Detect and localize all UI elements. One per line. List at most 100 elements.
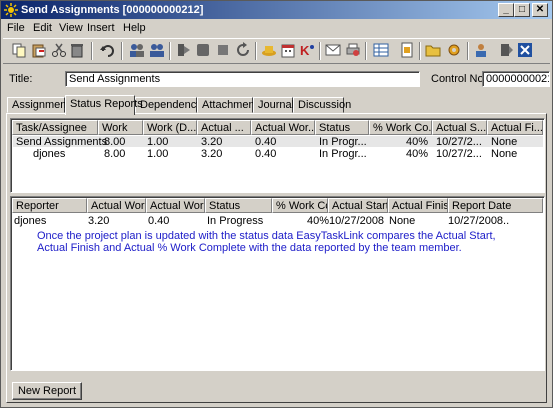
toolbar-separator bbox=[91, 42, 93, 60]
title-field[interactable]: Send Assignments bbox=[65, 71, 420, 87]
cell-status: In Progr... bbox=[319, 136, 367, 148]
tab-attachment[interactable]: Attachment bbox=[197, 97, 258, 113]
cell-pct-complete: 40% bbox=[406, 136, 429, 148]
col-header-report-date[interactable]: Report Date bbox=[448, 198, 543, 213]
tab-dependency[interactable]: Dependency bbox=[135, 97, 202, 113]
cell-status: In Progress bbox=[207, 215, 264, 227]
menu-help[interactable]: Help bbox=[123, 22, 146, 34]
col-header-actual-finish[interactable]: Actual Fi... bbox=[487, 120, 543, 135]
cell-actual-work: 0.40 bbox=[255, 148, 277, 160]
stop-icon[interactable] bbox=[215, 42, 231, 58]
hat-icon[interactable] bbox=[261, 42, 277, 58]
toolbar-separator bbox=[365, 42, 367, 60]
users-icon[interactable] bbox=[129, 42, 145, 58]
toolbar-separator bbox=[319, 42, 321, 60]
col-header-actual[interactable]: Actual ... bbox=[197, 120, 251, 135]
settings-icon[interactable] bbox=[446, 42, 462, 58]
cell-pct-complete: 40% bbox=[406, 148, 429, 160]
minimize-button[interactable]: _ bbox=[498, 3, 514, 17]
menu-bar: File Edit View Insert Help bbox=[1, 20, 552, 36]
col-header-actual-start[interactable]: Actual S... bbox=[432, 120, 487, 135]
maximize-button[interactable]: □ bbox=[514, 3, 530, 17]
cell-actual-finish: None bbox=[491, 148, 518, 160]
title-bar[interactable]: Send Assignments [000000000212] _ □ ✕ bbox=[1, 1, 552, 19]
copy-icon[interactable] bbox=[11, 42, 27, 58]
control-no-label: Control No.: bbox=[431, 73, 490, 85]
cell-actual-start: 10/27/2... bbox=[436, 136, 482, 148]
assignment-status-list[interactable]: Task/Assignee Work Work (D... Actual ...… bbox=[10, 118, 545, 193]
grid-icon[interactable] bbox=[373, 42, 389, 58]
col-header-status[interactable]: Status bbox=[315, 120, 369, 135]
calendar-icon[interactable] bbox=[280, 42, 296, 58]
col-header-actual-finish[interactable]: Actual Finish bbox=[388, 198, 448, 213]
delete-icon[interactable] bbox=[69, 42, 85, 58]
mail-icon[interactable] bbox=[325, 42, 341, 58]
menu-file[interactable]: File bbox=[7, 22, 25, 34]
toolbar-separator bbox=[467, 42, 469, 60]
cell-task: djones bbox=[33, 148, 66, 160]
col-header-work[interactable]: Work bbox=[98, 120, 143, 135]
tab-journal[interactable]: Journal bbox=[253, 97, 294, 113]
window-title: Send Assignments [000000000212] bbox=[21, 4, 204, 16]
title-label: Title: bbox=[9, 73, 33, 85]
cell-work: 8.00 bbox=[104, 136, 126, 148]
cell-actual-start: 10/27/2... bbox=[436, 148, 482, 160]
task-icon[interactable] bbox=[195, 42, 211, 58]
close-button[interactable]: ✕ bbox=[532, 3, 548, 17]
new-report-button[interactable]: New Report bbox=[12, 382, 82, 400]
cell-work-days: 1.00 bbox=[147, 148, 169, 160]
print-icon[interactable] bbox=[345, 42, 361, 58]
svg-text:K: K bbox=[300, 43, 310, 58]
col-header-actual-work[interactable]: Actual Wor... bbox=[251, 120, 315, 135]
tab-discussion[interactable]: Discussion bbox=[293, 97, 351, 113]
menu-edit[interactable]: Edit bbox=[33, 22, 52, 34]
attach-icon[interactable] bbox=[498, 42, 514, 58]
col-header-actual-work[interactable]: Actual Work bbox=[87, 198, 146, 213]
control-no-field[interactable]: 000000000212 bbox=[482, 71, 550, 87]
cell-actual-finish: None bbox=[491, 136, 518, 148]
cell-pct-complete: 40% bbox=[307, 215, 330, 227]
menu-insert[interactable]: Insert bbox=[87, 22, 115, 34]
col-header-actual-work-days[interactable]: Actual Wor... bbox=[146, 198, 205, 213]
toolbar: K bbox=[3, 38, 550, 64]
col-header-actual-start[interactable]: Actual Start bbox=[328, 198, 388, 213]
toolbar-separator bbox=[419, 42, 421, 60]
person-icon[interactable] bbox=[473, 42, 489, 58]
assign-icon[interactable] bbox=[175, 42, 191, 58]
col-header-reporter[interactable]: Reporter bbox=[12, 198, 87, 213]
col-header-pct-work-complete[interactable]: % Work Co... bbox=[369, 120, 432, 135]
cell-actual-work: 0.40 bbox=[255, 136, 277, 148]
cell-actual-work: 3.20 bbox=[88, 215, 110, 227]
undo-icon[interactable] bbox=[99, 42, 115, 58]
cell-actual: 3.20 bbox=[201, 148, 223, 160]
toolbar-separator bbox=[255, 42, 257, 60]
col-header-pct-work-complete[interactable]: % Work Co... bbox=[272, 198, 328, 213]
col-header-work-days[interactable]: Work (D... bbox=[143, 120, 197, 135]
tab-status-reports[interactable]: Status Reports bbox=[65, 95, 143, 115]
report-icon[interactable]: K bbox=[299, 42, 315, 58]
cut-icon[interactable] bbox=[51, 42, 67, 58]
tab-assignment[interactable]: Assignment bbox=[7, 97, 69, 113]
col-header-task-assignee[interactable]: Task/Assignee bbox=[12, 120, 98, 135]
cell-status: In Progr... bbox=[319, 148, 367, 160]
menu-view[interactable]: View bbox=[59, 22, 83, 34]
paste-icon[interactable] bbox=[31, 42, 47, 58]
col-header-status[interactable]: Status bbox=[205, 198, 272, 213]
cell-report-date: 10/27/2008.. bbox=[448, 215, 510, 227]
cell-actual-finish: None bbox=[389, 215, 416, 227]
status-report-list[interactable]: Reporter Actual Work Actual Wor... Statu… bbox=[10, 196, 545, 371]
exit-icon[interactable] bbox=[517, 42, 533, 58]
cell-work-days: 1.00 bbox=[147, 136, 169, 148]
cell-task: Send Assignments bbox=[16, 136, 108, 148]
refresh-icon[interactable] bbox=[235, 42, 251, 58]
toolbar-separator bbox=[169, 42, 171, 60]
cell-work: 8.00 bbox=[104, 148, 126, 160]
toolbar-separator bbox=[121, 42, 123, 60]
window: Send Assignments [000000000212] _ □ ✕ Fi… bbox=[0, 0, 553, 408]
cell-actual-start: 10/27/2008 bbox=[329, 215, 385, 227]
folder-icon[interactable] bbox=[425, 42, 441, 58]
group-icon[interactable] bbox=[149, 42, 165, 58]
report-note-text: Once the project plan is updated with th… bbox=[37, 230, 496, 254]
cell-actual-work-days: 0.40 bbox=[148, 215, 170, 227]
document-icon[interactable] bbox=[399, 42, 415, 58]
